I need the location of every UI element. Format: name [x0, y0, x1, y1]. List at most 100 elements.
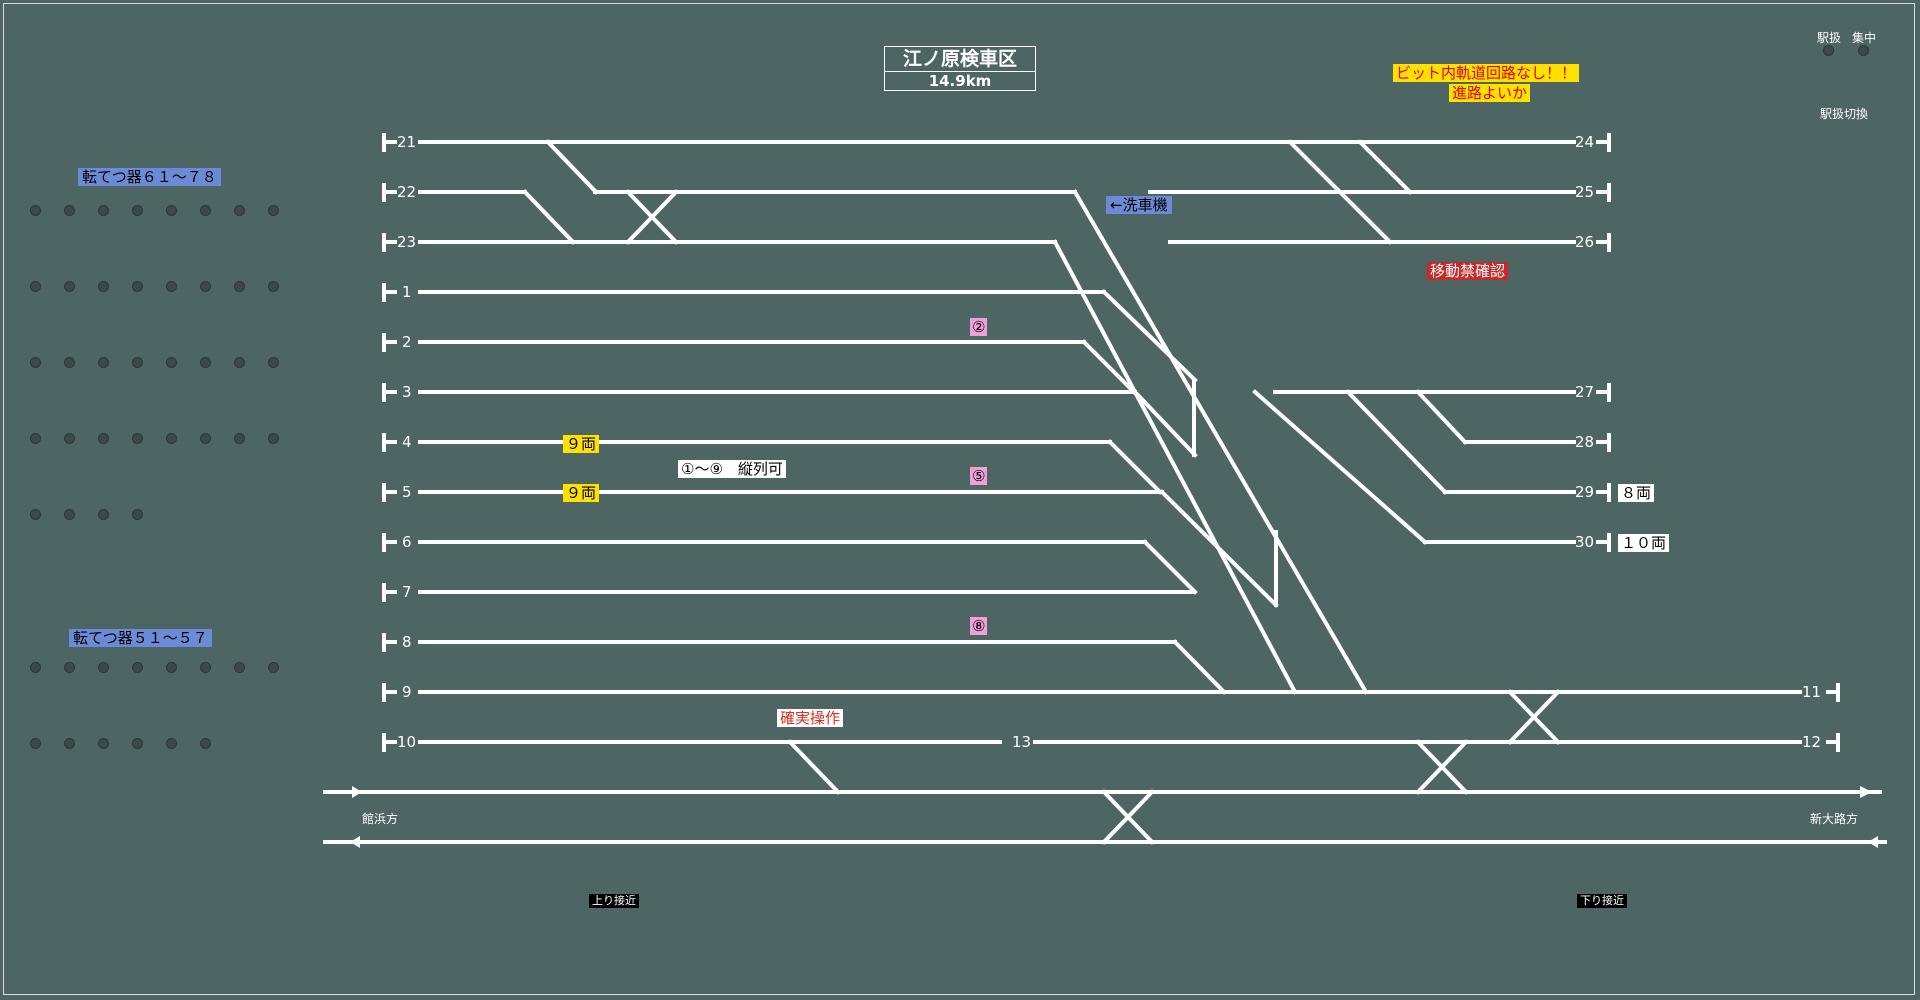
point-lamp[interactable] [30, 433, 41, 444]
point-lamp[interactable] [64, 205, 75, 216]
point-lamp[interactable] [166, 281, 177, 292]
point-lamp[interactable] [64, 433, 75, 444]
point-lamp[interactable] [64, 738, 75, 749]
bottom-crossovers [787, 689, 1561, 845]
track-num-24: 24 [1575, 133, 1595, 151]
pit-warning-line2: 進路よいか [1449, 84, 1531, 102]
track-num-1: 1 [402, 283, 412, 301]
track-num-26: 26 [1575, 233, 1595, 251]
station-title: 江ノ原検車区 14.9km [884, 46, 1036, 91]
track-num-8: 8 [402, 633, 412, 651]
track-num-22: 22 [397, 183, 417, 201]
point-lamp[interactable] [268, 662, 279, 673]
direction-arrows [350, 786, 1878, 848]
point-lamp[interactable] [64, 357, 75, 368]
station-distance: 14.9km [928, 72, 992, 90]
point-lamp[interactable] [132, 357, 143, 368]
point-lamp[interactable] [166, 662, 177, 673]
point-lamp[interactable] [30, 509, 41, 520]
track30-cars-label: １０両 [1618, 534, 1670, 552]
shuchu-lamp[interactable] [1858, 45, 1869, 56]
track-num-28: 28 [1575, 433, 1595, 451]
track-num-6: 6 [402, 533, 412, 551]
point-lamp[interactable] [30, 357, 41, 368]
track-num-12: 12 [1802, 733, 1822, 751]
right-buffer-stops [1596, 133, 1840, 752]
point-lamp[interactable] [166, 357, 177, 368]
point-lamp[interactable] [166, 738, 177, 749]
approach-up-indicator: 上り接近 [589, 894, 639, 908]
point-lamp[interactable] [30, 205, 41, 216]
point-lamp[interactable] [200, 433, 211, 444]
right-ladders [1252, 139, 1468, 545]
point-lamp[interactable] [64, 662, 75, 673]
point-lamp[interactable] [30, 738, 41, 749]
point-lamp[interactable] [234, 357, 245, 368]
point-lamp[interactable] [166, 433, 177, 444]
point-group-61-78-label: 転てつ器６１～７８ [78, 168, 221, 186]
track-num-10: 10 [397, 733, 417, 751]
track-num-29: 29 [1575, 483, 1595, 501]
marker-5: ⑤ [970, 467, 988, 485]
track4-cars-label: ９両 [563, 435, 600, 453]
direction-right-label: 新大路方 [1810, 812, 1859, 826]
point-lamp[interactable] [268, 281, 279, 292]
direction-left-label: 館浜方 [362, 812, 399, 826]
point-lamp[interactable] [64, 509, 75, 520]
station-switch-label: 駅扱切換 [1820, 107, 1869, 121]
point-lamp[interactable] [166, 205, 177, 216]
sure-operation-label: 確実操作 [777, 709, 844, 727]
point-lamp[interactable] [98, 205, 109, 216]
marker-8: ⑧ [970, 617, 988, 635]
point-lamp[interactable] [200, 205, 211, 216]
track-num-27: 27 [1575, 383, 1595, 401]
approach-down-indicator: 下り接近 [1577, 894, 1627, 908]
point-lamp[interactable] [200, 357, 211, 368]
point-lamp[interactable] [234, 433, 245, 444]
point-lamp[interactable] [132, 738, 143, 749]
track5-cars-label: ９両 [563, 484, 600, 502]
point-lamp[interactable] [64, 281, 75, 292]
track-num-13: 13 [1012, 733, 1032, 751]
pit-warning-line1: ビット内軌道回路なし！！ [1393, 64, 1580, 82]
point-lamp[interactable] [98, 662, 109, 673]
point-lamp[interactable] [98, 357, 109, 368]
point-group-51-57-label: 転てつ器５１～５７ [69, 629, 212, 647]
track-num-25: 25 [1575, 183, 1595, 201]
point-lamp[interactable] [132, 205, 143, 216]
point-lamp[interactable] [30, 281, 41, 292]
main-lines [323, 790, 1887, 844]
track-num-4: 4 [402, 433, 412, 451]
point-lamp[interactable] [132, 509, 143, 520]
point-lamp[interactable] [200, 662, 211, 673]
track-num-23: 23 [397, 233, 417, 251]
point-lamp[interactable] [268, 205, 279, 216]
marker-2: ② [970, 318, 988, 336]
station-name: 江ノ原検車区 [885, 47, 1035, 72]
track-num-2: 2 [402, 333, 412, 351]
point-lamp[interactable] [98, 433, 109, 444]
track-num-30: 30 [1575, 533, 1595, 551]
tandem-label: ①～⑨ 縦列可 [678, 460, 786, 478]
point-lamp[interactable] [200, 281, 211, 292]
track-num-3: 3 [402, 383, 412, 401]
point-lamp[interactable] [234, 281, 245, 292]
point-lamp[interactable] [132, 662, 143, 673]
track-num-21: 21 [397, 133, 417, 151]
point-lamp[interactable] [234, 662, 245, 673]
track-num-7: 7 [402, 583, 412, 601]
point-lamp[interactable] [98, 738, 109, 749]
track-num-9: 9 [402, 683, 412, 701]
point-lamp[interactable] [268, 357, 279, 368]
point-lamp[interactable] [98, 509, 109, 520]
point-lamp[interactable] [98, 281, 109, 292]
point-lamp[interactable] [268, 433, 279, 444]
move-ban-label: 移動禁確認 [1427, 262, 1509, 280]
point-lamp[interactable] [30, 662, 41, 673]
point-lamp[interactable] [132, 281, 143, 292]
point-lamp[interactable] [200, 738, 211, 749]
washer-label: ←洗車機 [1106, 196, 1172, 214]
ekiatsukai-lamp[interactable] [1823, 45, 1834, 56]
point-lamp[interactable] [234, 205, 245, 216]
point-lamp[interactable] [132, 433, 143, 444]
